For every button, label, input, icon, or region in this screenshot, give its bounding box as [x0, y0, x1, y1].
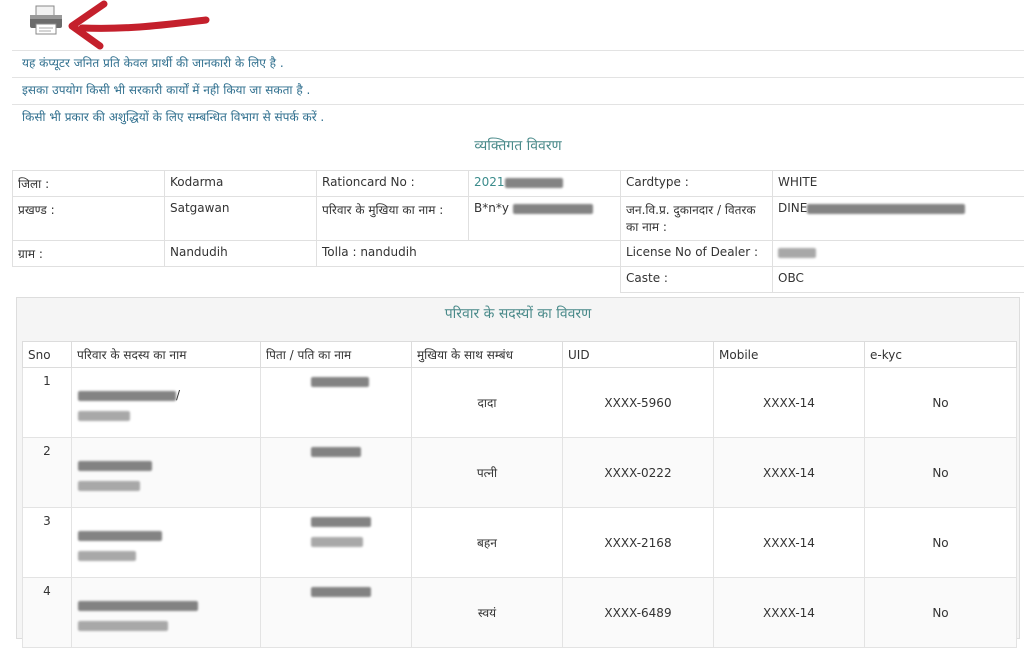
header-member-name: परिवार के सदस्य का नाम	[72, 342, 261, 368]
redaction	[311, 537, 363, 547]
personal-details-table: जिला : Kodarma Rationcard No : 2021 Card…	[12, 170, 1024, 293]
top-bar	[0, 0, 1024, 50]
redaction	[513, 204, 593, 214]
family-members-title: परिवार के सदस्यों का विवरण	[16, 304, 1020, 323]
table-row: 1 / दादा XXXX-5960 XXXX-14 No	[23, 368, 1017, 438]
mobile-cell: XXXX-14	[714, 368, 865, 438]
dealer-label: जन.वि.प्र. दुकानदार / वितरक का नाम :	[621, 197, 773, 241]
redaction	[807, 204, 965, 214]
header-father-name: पिता / पति का नाम	[261, 342, 412, 368]
header-uid: UID	[563, 342, 714, 368]
header-ekyc: e-kyc	[865, 342, 1017, 368]
member-name-cell	[72, 438, 261, 508]
relation-cell: दादा	[412, 368, 563, 438]
uid-cell: XXXX-6489	[563, 578, 714, 648]
redaction	[78, 411, 130, 421]
caste-value: OBC	[773, 267, 1024, 293]
empty-cell	[13, 267, 621, 293]
table-row: 2 पत्नी XXXX-0222 XXXX-14 No	[23, 438, 1017, 508]
table-row: 3 बहन XXXX-2168 XXXX-14 No	[23, 508, 1017, 578]
sno-cell: 2	[23, 438, 72, 508]
license-label: License No of Dealer :	[621, 241, 773, 267]
redaction	[78, 481, 140, 491]
father-name-cell	[261, 578, 412, 648]
cardtype-label: Cardtype :	[621, 171, 773, 197]
redaction	[505, 178, 563, 188]
redaction	[78, 391, 176, 401]
sno-cell: 4	[23, 578, 72, 648]
head-value: B*n*y	[474, 201, 509, 215]
father-name-cell	[261, 368, 412, 438]
mobile-cell: XXXX-14	[714, 438, 865, 508]
ekyc-cell: No	[865, 368, 1017, 438]
redaction	[311, 517, 371, 527]
header-mobile: Mobile	[714, 342, 865, 368]
personal-details-title: व्यक्तिगत विवरण	[12, 136, 1024, 155]
village-value: Nandudih	[165, 241, 317, 267]
member-name-cell: /	[72, 368, 261, 438]
dealer-value-cell: DINE	[773, 197, 1024, 241]
license-value-cell	[773, 241, 1024, 267]
name-suffix: /	[176, 388, 180, 402]
cardtype-value: WHITE	[773, 171, 1024, 197]
header-sno: Sno	[23, 342, 72, 368]
notice-line-3: किसी भी प्रकार की अशुद्धियों के लिए सम्ब…	[12, 104, 1024, 129]
header-relation: मुखिया के साथ सम्बंध	[412, 342, 563, 368]
rationcard-label: Rationcard No :	[317, 171, 469, 197]
notice-line-1: यह कंप्यूटर जनित प्रति केवल प्रार्थी की …	[12, 50, 1024, 75]
member-name-cell	[72, 508, 261, 578]
table-row: 4 स्वयं XXXX-6489 XXXX-14 No	[23, 578, 1017, 648]
head-label: परिवार के मुखिया का नाम :	[317, 197, 469, 241]
redaction	[778, 248, 816, 258]
sno-cell: 1	[23, 368, 72, 438]
redaction	[311, 587, 371, 597]
member-name-cell	[72, 578, 261, 648]
redaction	[311, 447, 361, 457]
mobile-cell: XXXX-14	[714, 508, 865, 578]
redaction	[311, 377, 369, 387]
dealer-value: DINE	[778, 201, 807, 215]
sno-cell: 3	[23, 508, 72, 578]
district-value: Kodarma	[165, 171, 317, 197]
district-label: जिला :	[13, 171, 165, 197]
redaction	[78, 601, 198, 611]
uid-cell: XXXX-2168	[563, 508, 714, 578]
relation-cell: पत्नी	[412, 438, 563, 508]
ekyc-cell: No	[865, 578, 1017, 648]
rationcard-value-cell: 2021	[469, 171, 621, 197]
mobile-cell: XXXX-14	[714, 578, 865, 648]
notice-line-2: इसका उपयोग किसी भी सरकारी कार्यों में नह…	[12, 77, 1024, 102]
ekyc-cell: No	[865, 438, 1017, 508]
redaction	[78, 551, 136, 561]
rationcard-value: 2021	[474, 175, 505, 189]
village-label: ग्राम :	[13, 241, 165, 267]
family-members-table: Sno परिवार के सदस्य का नाम पिता / पति का…	[22, 341, 1017, 648]
ekyc-cell: No	[865, 508, 1017, 578]
father-name-cell	[261, 438, 412, 508]
uid-cell: XXXX-5960	[563, 368, 714, 438]
caste-label: Caste :	[621, 267, 773, 293]
relation-cell: स्वयं	[412, 578, 563, 648]
tolla-value: Tolla : nandudih	[317, 241, 621, 267]
father-name-cell	[261, 508, 412, 578]
uid-cell: XXXX-0222	[563, 438, 714, 508]
block-value: Satgawan	[165, 197, 317, 241]
head-value-cell: B*n*y	[469, 197, 621, 241]
redaction	[78, 621, 168, 631]
redaction	[78, 461, 152, 471]
relation-cell: बहन	[412, 508, 563, 578]
redaction	[78, 531, 162, 541]
red-arrow-annotation	[60, 0, 210, 52]
block-label: प्रखण्ड :	[13, 197, 165, 241]
